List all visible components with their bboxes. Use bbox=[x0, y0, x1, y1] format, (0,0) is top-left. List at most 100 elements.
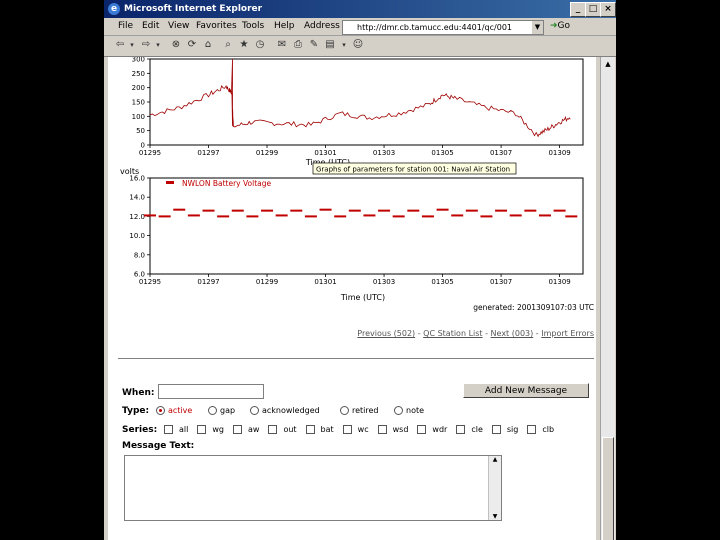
refresh-icon[interactable]: ⟳ bbox=[186, 39, 198, 51]
page-scrollbar[interactable]: ▲ bbox=[600, 57, 615, 540]
add-new-message-button[interactable]: Add New Message bbox=[463, 383, 589, 398]
address-dropdown-icon[interactable]: ▼ bbox=[532, 21, 543, 34]
import-errors-link[interactable]: Import Errors bbox=[541, 329, 594, 338]
series-wg[interactable]: wg bbox=[197, 425, 224, 434]
checkbox-wg[interactable] bbox=[197, 425, 207, 434]
radio-retired[interactable] bbox=[340, 406, 349, 415]
voltage-point bbox=[480, 215, 493, 218]
checkbox-wc[interactable] bbox=[342, 425, 352, 434]
series-cle-label: cle bbox=[471, 425, 483, 434]
series-bat-label: bat bbox=[320, 425, 334, 434]
upper-y-tick-label: 100 bbox=[132, 113, 145, 121]
back-dropdown-icon[interactable]: ▾ bbox=[126, 39, 138, 51]
series-all[interactable]: all bbox=[164, 425, 188, 434]
type-retired[interactable]: retired bbox=[340, 406, 379, 415]
checkbox-wdr[interactable] bbox=[417, 425, 427, 434]
minimize-button[interactable]: _ bbox=[570, 2, 586, 17]
menu-help[interactable]: Help bbox=[274, 18, 295, 35]
upper-y-tick-label: 50 bbox=[136, 127, 145, 135]
checkbox-wsd[interactable] bbox=[377, 425, 387, 434]
checkbox-cle[interactable] bbox=[456, 425, 466, 434]
series-aw-label: aw bbox=[247, 425, 260, 434]
station-nav: Previous (502) - QC Station List - Next … bbox=[108, 329, 594, 338]
series-cle[interactable]: cle bbox=[456, 425, 483, 434]
go-button[interactable]: ➜Go bbox=[550, 18, 570, 35]
voltage-point bbox=[290, 209, 303, 212]
menu-edit[interactable]: Edit bbox=[142, 18, 159, 35]
mail-icon[interactable]: ✉ bbox=[276, 39, 288, 51]
series-sig[interactable]: sig bbox=[491, 425, 518, 434]
messenger-icon[interactable]: ☺ bbox=[352, 39, 364, 51]
series-wg-label: wg bbox=[212, 425, 224, 434]
scroll-up-icon[interactable]: ▲ bbox=[602, 58, 614, 70]
upper-x-tick-label: 01301 bbox=[314, 149, 336, 157]
checkbox-clb[interactable] bbox=[527, 425, 537, 434]
series-wc[interactable]: wc bbox=[342, 425, 369, 434]
menu-view[interactable]: View bbox=[168, 18, 189, 35]
checkbox-all[interactable] bbox=[164, 425, 173, 434]
close-button[interactable]: × bbox=[600, 2, 616, 17]
series-wsd[interactable]: wsd bbox=[377, 425, 408, 434]
print-icon[interactable]: ⎙ bbox=[292, 39, 304, 51]
next-link[interactable]: Next (003) bbox=[491, 329, 534, 338]
checkbox-sig[interactable] bbox=[491, 425, 501, 434]
voltage-point bbox=[565, 215, 578, 218]
scroll-down-icon[interactable]: ▼ bbox=[489, 513, 501, 520]
ie-logo-icon: e bbox=[108, 3, 120, 15]
chart-tooltip: Graphs of parameters for station 001: Na… bbox=[312, 162, 517, 175]
back-icon[interactable]: ⇦ bbox=[114, 39, 126, 51]
scroll-up-icon[interactable]: ▲ bbox=[489, 456, 501, 463]
forward-icon[interactable]: ⇨ bbox=[140, 39, 152, 51]
qc-station-list-link[interactable]: QC Station List bbox=[423, 329, 482, 338]
radio-gap[interactable] bbox=[208, 406, 217, 415]
maximize-button[interactable]: □ bbox=[585, 2, 601, 17]
stop-icon[interactable]: ⊗ bbox=[170, 39, 182, 51]
scrollbar-thumb[interactable] bbox=[602, 437, 614, 540]
edit-icon[interactable]: ✎ bbox=[308, 39, 320, 51]
home-icon[interactable]: ⌂ bbox=[202, 39, 214, 51]
lower-y-tick-label: 8.0 bbox=[134, 251, 145, 259]
history-icon[interactable]: ◷ bbox=[254, 39, 266, 51]
series-out[interactable]: out bbox=[268, 425, 297, 434]
checkbox-out[interactable] bbox=[268, 425, 278, 434]
lower-x-tick-label: 01309 bbox=[548, 278, 570, 286]
menu-file[interactable]: File bbox=[118, 18, 133, 35]
address-input[interactable]: http://dmr.cb.tamucc.edu:4401/qc/001 ▼ bbox=[342, 20, 544, 35]
menu-tools[interactable]: Tools bbox=[242, 18, 264, 35]
checkbox-aw[interactable] bbox=[232, 425, 242, 434]
type-label: Type: bbox=[122, 406, 150, 416]
voltage-point bbox=[553, 209, 566, 212]
series-wdr[interactable]: wdr bbox=[417, 425, 447, 434]
series-clb[interactable]: clb bbox=[527, 425, 554, 434]
type-active[interactable]: active bbox=[156, 406, 192, 415]
type-gap[interactable]: gap bbox=[208, 406, 235, 415]
when-label: When: bbox=[122, 388, 155, 398]
nav-separator: - bbox=[535, 329, 539, 338]
radio-note[interactable] bbox=[394, 406, 403, 415]
discuss-icon[interactable]: ▤ bbox=[324, 39, 336, 51]
forward-dropdown-icon[interactable]: ▾ bbox=[152, 39, 164, 51]
series-aw[interactable]: aw bbox=[232, 425, 260, 434]
upper-x-tick-label: 01295 bbox=[139, 149, 161, 157]
lower-series-points bbox=[144, 208, 578, 218]
type-note[interactable]: note bbox=[394, 406, 424, 415]
series-bat[interactable]: bat bbox=[305, 425, 334, 434]
checkbox-bat[interactable] bbox=[305, 425, 315, 434]
message-textarea[interactable]: ▲ ▼ bbox=[124, 455, 502, 521]
menu-favorites[interactable]: Favorites bbox=[196, 18, 237, 35]
voltage-point bbox=[202, 209, 215, 212]
radio-acknowledged[interactable] bbox=[250, 406, 259, 415]
voltage-point bbox=[538, 214, 551, 217]
search-icon[interactable]: ⌕ bbox=[222, 39, 234, 51]
upper-chart-frame bbox=[149, 58, 584, 146]
favorites-icon[interactable]: ★ bbox=[238, 39, 250, 51]
when-input[interactable] bbox=[158, 384, 264, 399]
previous-link[interactable]: Previous (502) bbox=[357, 329, 415, 338]
generated-timestamp: generated: 2001309107:03 UTC bbox=[473, 303, 594, 312]
textarea-scrollbar[interactable]: ▲ ▼ bbox=[488, 456, 501, 520]
discuss-dropdown-icon[interactable]: ▾ bbox=[338, 39, 350, 51]
type-acknowledged[interactable]: acknowledged bbox=[250, 406, 320, 415]
window-title: Microsoft Internet Explorer bbox=[124, 4, 263, 14]
radio-active[interactable] bbox=[156, 406, 165, 415]
voltage-point bbox=[217, 215, 230, 218]
